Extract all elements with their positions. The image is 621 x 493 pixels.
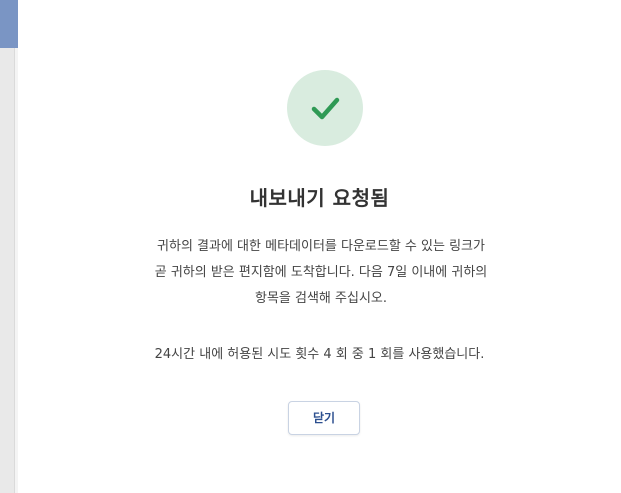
dialog-message: 귀하의 결과에 대한 메타데이터를 다운로드할 수 있는 링크가 곧 귀하의 받…: [66, 234, 576, 312]
close-button[interactable]: 닫기: [288, 401, 360, 435]
export-requested-dialog: 내보내기 요청됨 귀하의 결과에 대한 메타데이터를 다운로드할 수 있는 링크…: [18, 0, 621, 493]
left-rail: [0, 48, 14, 493]
dialog-title: 내보내기 요청됨: [249, 186, 390, 210]
attempts-remaining-text: 24시간 내에 허용된 시도 횟수 4 회 중 1 회를 사용했습니다.: [154, 347, 485, 362]
success-indicator: [287, 70, 363, 146]
message-line: 곧 귀하의 받은 편지함에 도착합니다. 다음 7일 이내에 귀하의: [154, 265, 488, 280]
message-line: 귀하의 결과에 대한 메타데이터를 다운로드할 수 있는 링크가: [157, 239, 485, 254]
message-line: 항목을 검색해 주십시오.: [255, 291, 387, 306]
checkmark-icon: [311, 97, 340, 120]
rail-divider: [14, 48, 15, 493]
